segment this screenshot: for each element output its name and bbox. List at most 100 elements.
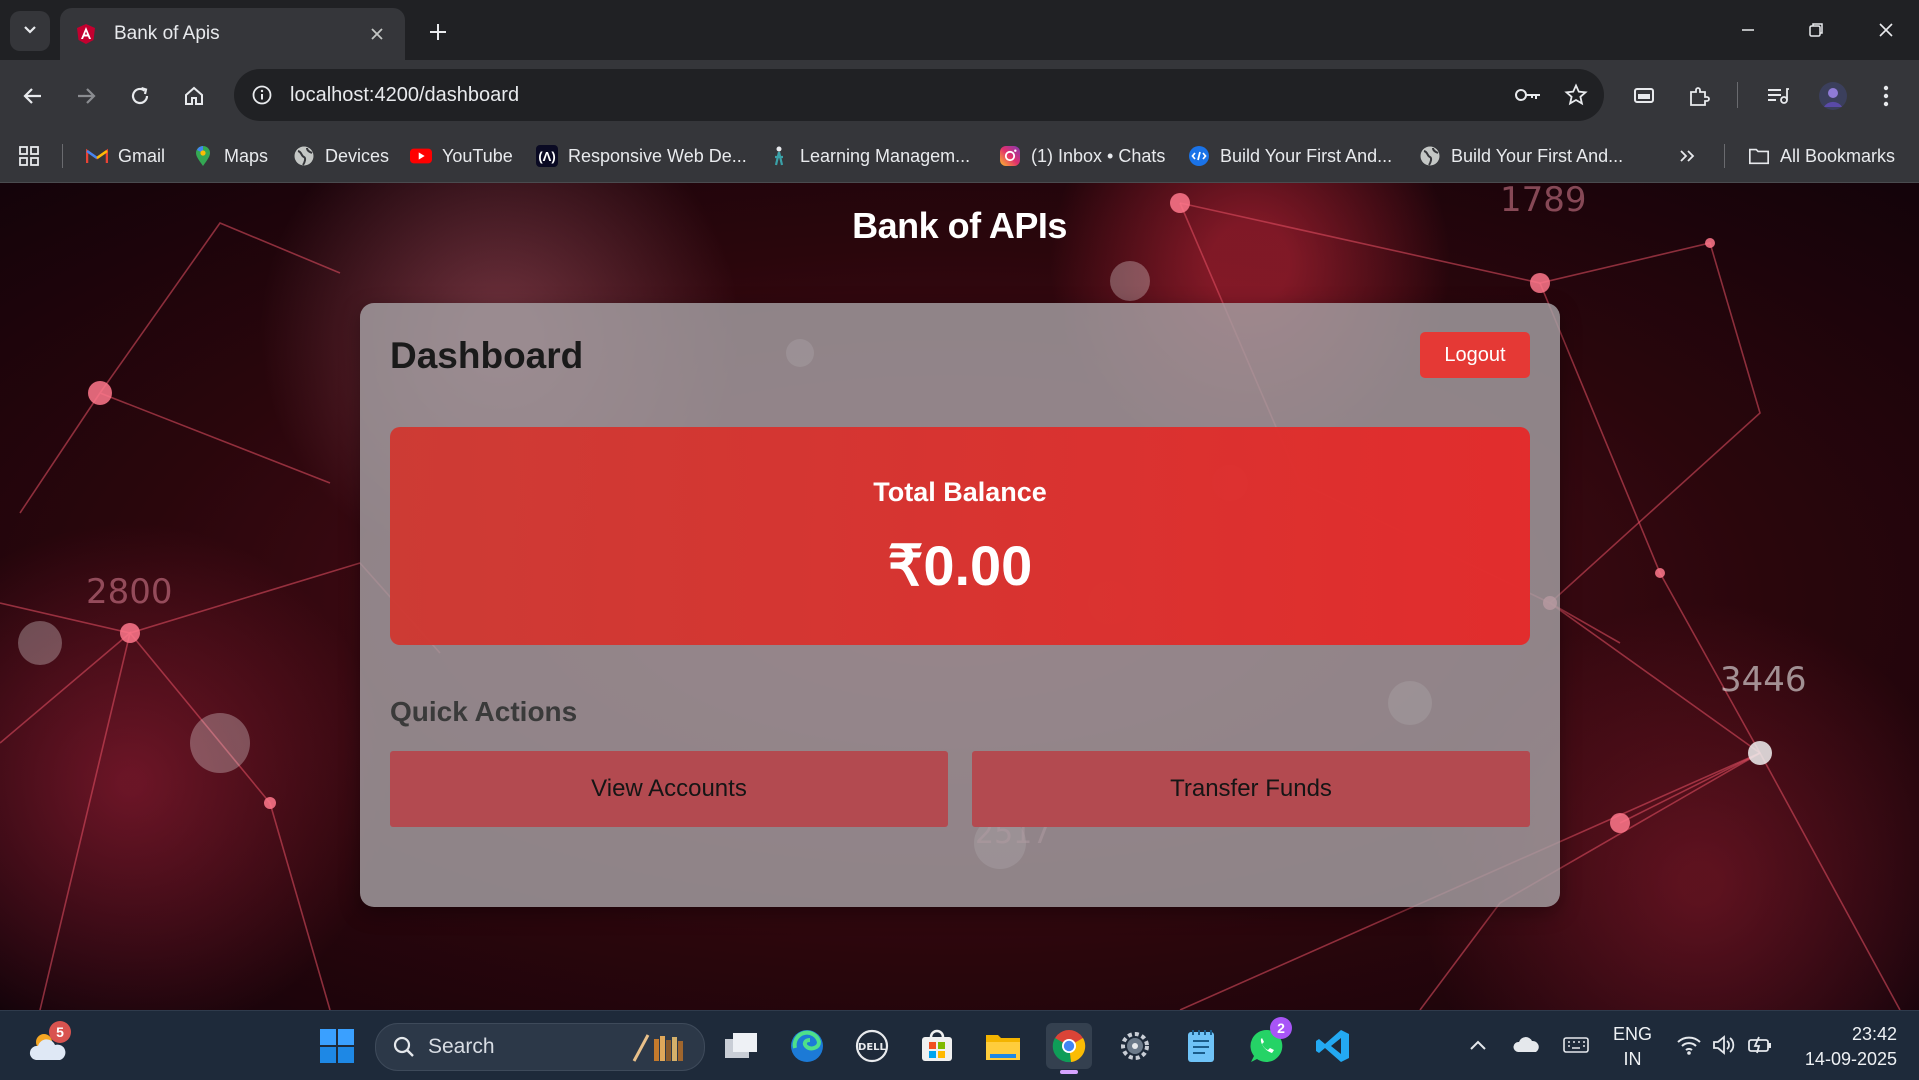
background-number: 3446 [1720,660,1807,700]
total-balance-value: ₹0.00 [887,534,1033,597]
edge-app[interactable] [784,1023,830,1069]
total-balance-label: Total Balance [873,477,1047,507]
restore-button[interactable] [1786,10,1846,50]
minimize-button[interactable] [1718,10,1778,50]
close-tab-icon[interactable] [363,20,391,48]
dell-app[interactable]: DELL [849,1023,895,1069]
store-app[interactable] [914,1023,960,1069]
folder-icon [1748,145,1770,167]
language-indicator[interactable]: ENG IN [1613,1022,1652,1072]
all-bookmarks-button[interactable]: All Bookmarks [1748,142,1895,170]
site-info-icon[interactable] [246,79,278,111]
bookmarks-divider [62,144,63,168]
wifi-tray[interactable] [1673,1029,1705,1061]
taskbar-search[interactable]: Search [375,1023,705,1071]
bookmark-build-first-2[interactable]: Build Your First And... [1419,142,1623,170]
task-view-icon [725,1033,757,1058]
chevron-up-icon [1470,1040,1486,1050]
bookmark-label: YouTube [442,145,513,166]
apps-button[interactable] [18,142,40,170]
plus-icon [430,24,446,40]
instagram-icon [999,145,1021,167]
puzzle-icon [1690,87,1710,106]
bookmarks-divider [1724,144,1725,168]
tab-search-button[interactable] [10,11,50,51]
bookmark-star-icon[interactable] [1556,75,1596,115]
file-explorer-app[interactable] [980,1023,1026,1069]
profile-avatar[interactable] [1813,76,1853,116]
bookmark-label: Learning Managem... [800,145,971,166]
notepad-icon [1188,1030,1214,1062]
onedrive-tray[interactable] [1511,1029,1543,1061]
forward-button[interactable] [66,76,106,116]
chrome-app[interactable] [1046,1023,1092,1074]
more-bookmarks-button[interactable] [1678,142,1696,170]
media-controls-button[interactable] [1758,76,1798,116]
back-button[interactable] [13,76,53,116]
system-clock[interactable]: 23:42 14-09-2025 [1805,1022,1897,1072]
whatsapp-app[interactable]: 2 [1244,1017,1292,1069]
logout-button[interactable]: Logout [1420,332,1530,378]
start-button[interactable] [314,1023,360,1069]
keyboard-tray[interactable] [1560,1029,1592,1061]
reload-button[interactable] [120,76,160,116]
more-vert-icon [1883,85,1889,107]
view-accounts-button[interactable]: View Accounts [390,751,948,827]
learning-icon [768,145,790,167]
settings-app[interactable] [1112,1023,1158,1069]
dashboard-heading: Dashboard [390,335,584,376]
bookmark-devices[interactable]: Devices [293,142,389,170]
bookmark-gmail[interactable]: Gmail [86,142,165,170]
bookmark-build-first-1[interactable]: Build Your First And... [1188,142,1392,170]
bookmark-label: Maps [224,145,269,166]
svg-text:DELL: DELL [858,1042,887,1053]
new-tab-button[interactable] [420,14,456,50]
bookmark-label: Build Your First And... [1220,145,1393,166]
chevron-down-icon [21,20,39,43]
windows-taskbar: 5 Search DELL 2 ENG IN 23:42 14-09-2025 [0,1010,1919,1080]
double-chevron-right-icon [1680,150,1695,162]
cast-button[interactable] [1624,76,1664,116]
angular-favicon-icon [74,22,98,46]
youtube-icon [410,145,432,167]
vscode-app[interactable] [1310,1023,1356,1069]
bookmark-label: Gmail [118,145,166,166]
dell-icon: DELL [855,1029,889,1063]
weather-badge: 5 [49,1021,71,1043]
password-key-icon[interactable] [1508,75,1548,115]
app-title: Bank of APIs [852,205,1067,246]
media-queue-icon [1768,88,1789,104]
language-code: ENG [1613,1024,1653,1044]
balance-panel: Total Balance ₹0.00 [390,427,1530,645]
notepad-app[interactable] [1178,1023,1224,1069]
bookmark-youtube[interactable]: YouTube [410,142,513,170]
forward-arrow-icon [78,88,96,104]
menu-button[interactable] [1866,76,1906,116]
show-hidden-icons-button[interactable] [1466,1029,1490,1061]
active-indicator [1060,1070,1078,1074]
quick-actions-heading: Quick Actions [390,696,578,727]
battery-tray[interactable] [1744,1029,1776,1061]
bookmark-instagram[interactable]: (1) Inbox • Chats [999,142,1165,170]
search-placeholder: Search [428,1035,495,1058]
task-view-button[interactable] [718,1023,764,1069]
maps-icon [192,145,214,167]
url-text[interactable]: localhost:4200/dashboard [290,84,1508,107]
transfer-funds-button[interactable]: Transfer Funds [972,751,1530,827]
reload-icon [131,86,149,105]
code-icon [1188,145,1210,167]
keyboard-icon [1563,1037,1589,1053]
weather-widget[interactable]: 5 [25,1021,71,1069]
address-bar[interactable]: localhost:4200/dashboard [234,69,1604,121]
bookmark-responsive-web[interactable]: (Λ) Responsive Web De... [536,142,747,170]
close-window-button[interactable] [1856,10,1916,50]
extensions-button[interactable] [1679,76,1719,116]
bookmark-maps[interactable]: Maps [192,142,268,170]
page-viewport: 1789 2800 3446 4458 2517 Bank of APIs Da… [0,183,1919,1010]
volume-tray[interactable] [1708,1029,1740,1061]
home-icon [185,86,203,105]
bookmark-label: Build Your First And... [1451,145,1624,166]
home-button[interactable] [174,76,214,116]
tab-bank-of-apis[interactable]: Bank of Apis [60,8,405,60]
bookmark-learning-management[interactable]: Learning Managem... [768,142,970,170]
